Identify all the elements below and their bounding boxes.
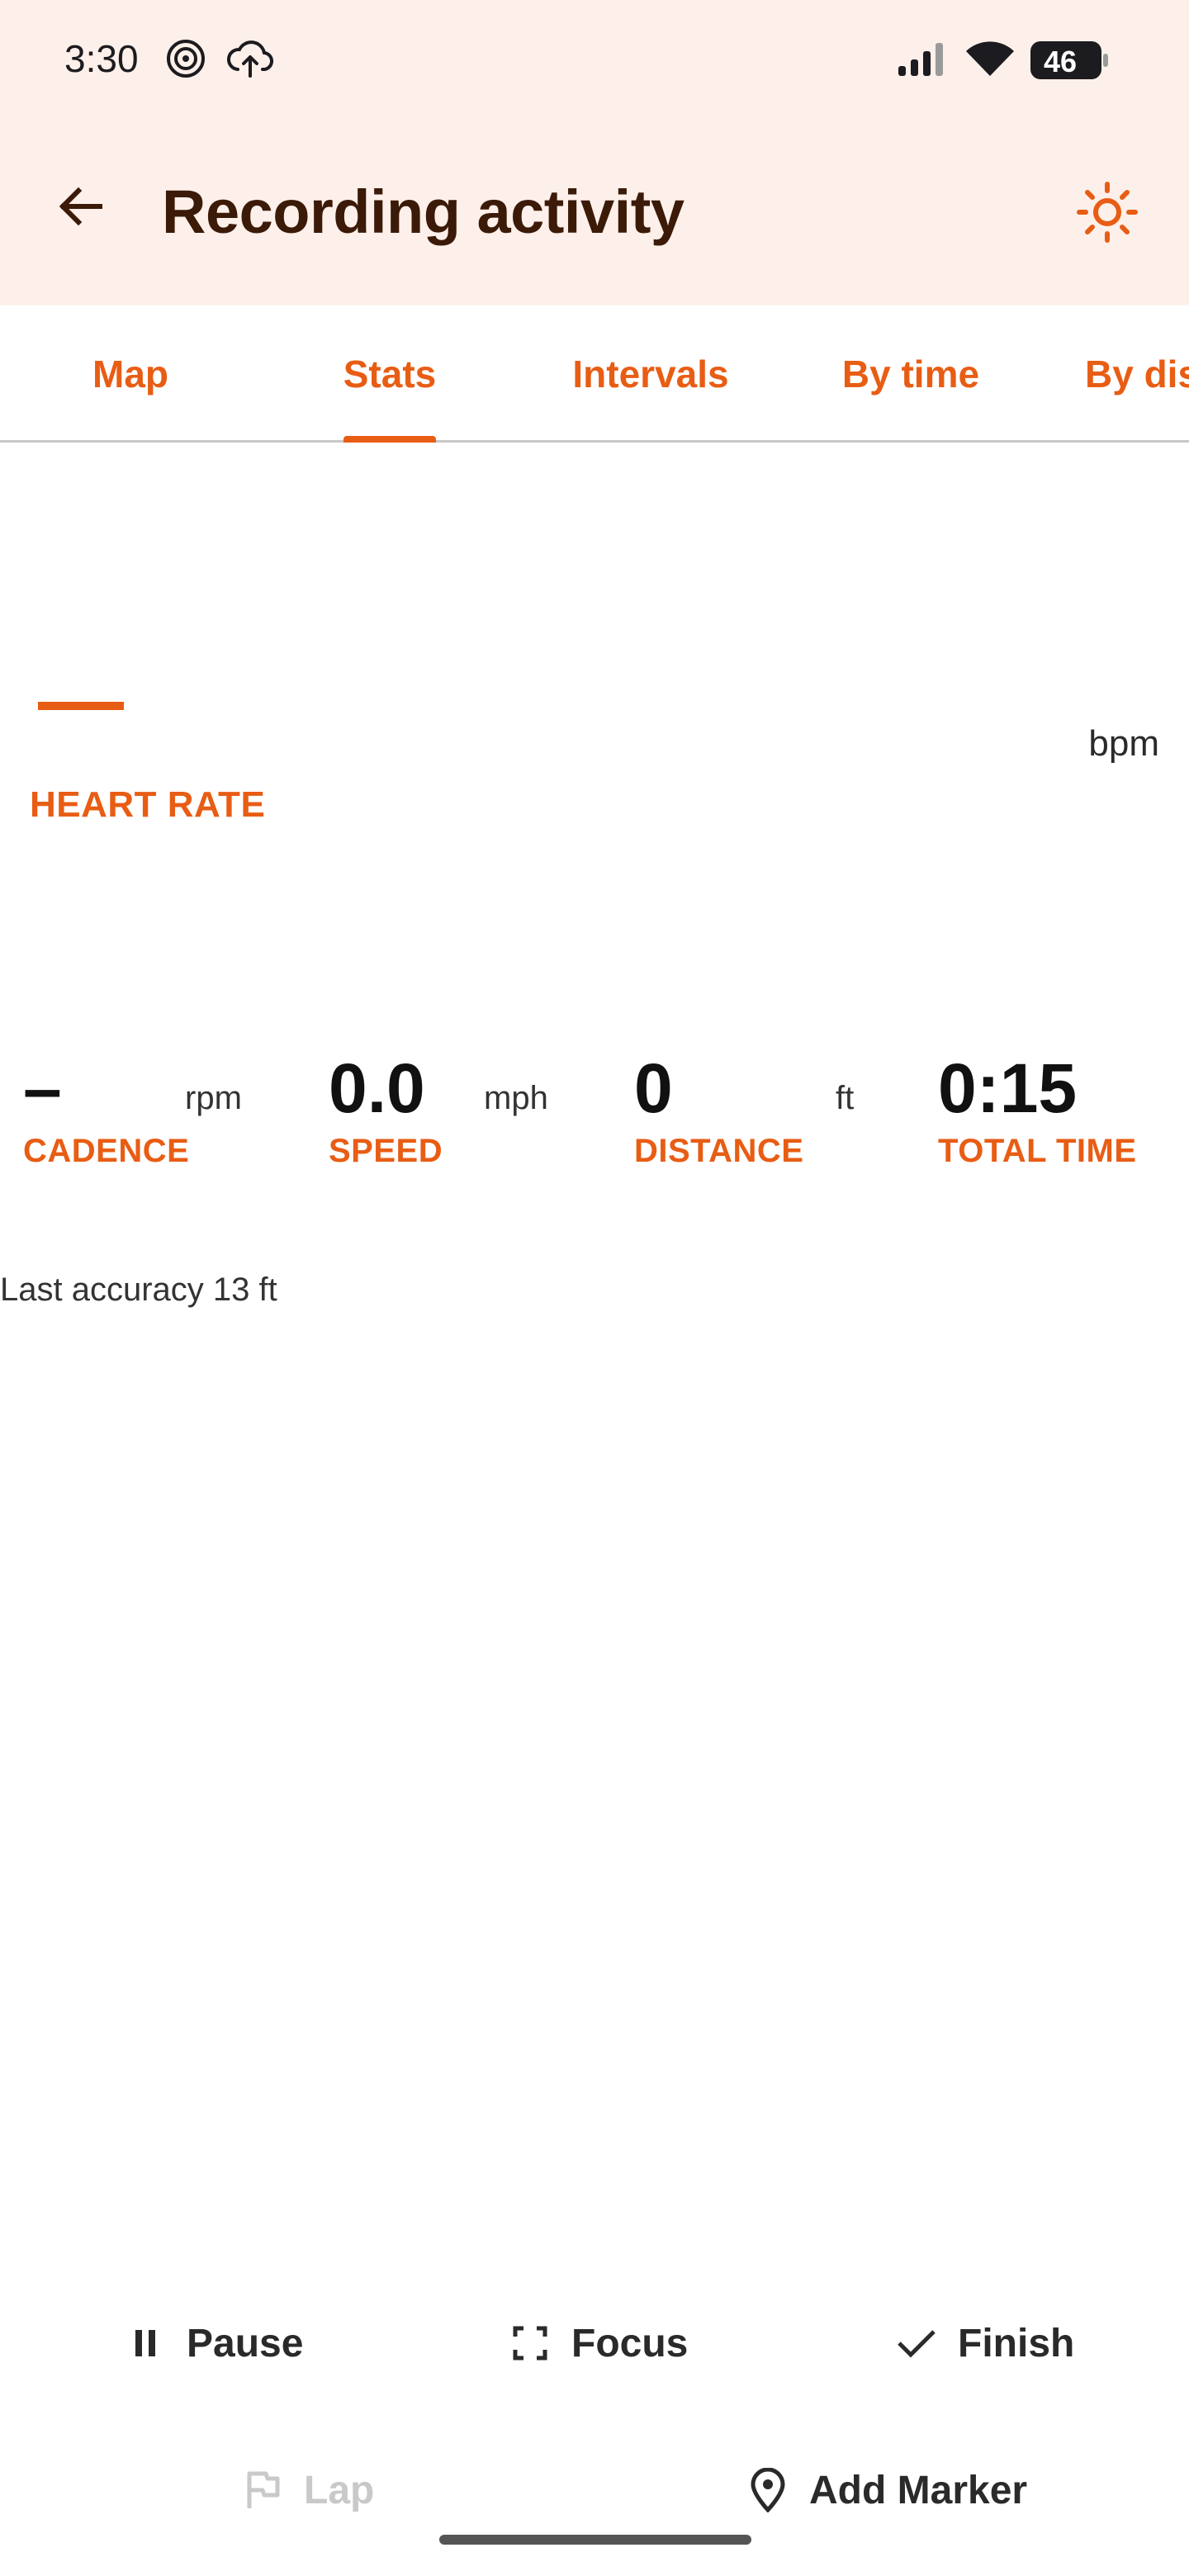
brightness-icon (1074, 179, 1140, 249)
tab-bar: Map Stats Intervals By time By dis (0, 305, 1189, 443)
stat-speed: 0.0 mph SPEED (329, 1040, 626, 1181)
heart-rate-unit: bpm (1088, 723, 1159, 764)
lap-label: Lap (304, 2468, 375, 2512)
page-title: Recording activity (162, 178, 685, 246)
lap-button[interactable]: Lap (239, 2449, 374, 2531)
distance-unit: ft (836, 1080, 855, 1116)
finish-button[interactable]: Finish (893, 2302, 1074, 2384)
tab-intervals[interactable]: Intervals (519, 305, 783, 440)
speed-label: SPEED (329, 1133, 443, 1169)
back-button[interactable] (46, 173, 116, 243)
stat-cadence: – rpm CADENCE (23, 1040, 320, 1181)
distance-label: DISTANCE (634, 1133, 804, 1169)
signal-icon (897, 41, 948, 82)
check-icon (893, 2320, 940, 2366)
focus-label: Focus (571, 2321, 689, 2365)
battery-level: 46 (1044, 45, 1078, 78)
selected-tab-indicator (343, 436, 436, 443)
distance-value: 0 (634, 1049, 673, 1127)
speed-unit: mph (484, 1080, 548, 1116)
stat-total-time: 0:15 TOTAL TIME (938, 1040, 1189, 1181)
battery-icon: 46 (1030, 41, 1110, 79)
brightness-button[interactable] (1070, 177, 1144, 251)
cloud-upload-icon (225, 36, 276, 85)
pause-button[interactable]: Pause (122, 2302, 303, 2384)
total-time-value: 0:15 (938, 1049, 1078, 1127)
cadence-label: CADENCE (23, 1133, 190, 1169)
gps-accuracy-text: Last accuracy 13 ft (0, 1271, 277, 1308)
home-indicator[interactable] (439, 2535, 751, 2545)
pause-icon (122, 2320, 168, 2366)
cadence-unit: rpm (185, 1080, 242, 1116)
tab-by-distance[interactable]: By dis (1085, 305, 1189, 440)
location-pin-icon (745, 2467, 791, 2513)
cadence-value: – (23, 1049, 62, 1127)
tab-map[interactable]: Map (0, 305, 261, 440)
add-marker-button[interactable]: Add Marker (745, 2449, 1027, 2531)
flag-icon (239, 2467, 286, 2513)
status-time: 3:30 (64, 37, 139, 80)
add-marker-label: Add Marker (809, 2468, 1028, 2512)
focus-button[interactable]: Focus (507, 2302, 688, 2384)
pause-label: Pause (187, 2321, 304, 2365)
speed-value: 0.0 (329, 1049, 425, 1127)
total-time-label: TOTAL TIME (938, 1133, 1137, 1169)
focus-icon (507, 2320, 553, 2366)
wifi-icon (964, 38, 1016, 83)
spiral-notification-icon (163, 36, 208, 85)
arrow-back-icon (55, 181, 107, 236)
finish-label: Finish (958, 2321, 1075, 2365)
stat-distance: 0 ft DISTANCE (634, 1040, 931, 1181)
heart-rate-value (38, 702, 124, 710)
tab-by-time[interactable]: By time (783, 305, 1039, 440)
tab-stats[interactable]: Stats (261, 305, 519, 440)
heart-rate-label: HEART RATE (30, 784, 266, 825)
